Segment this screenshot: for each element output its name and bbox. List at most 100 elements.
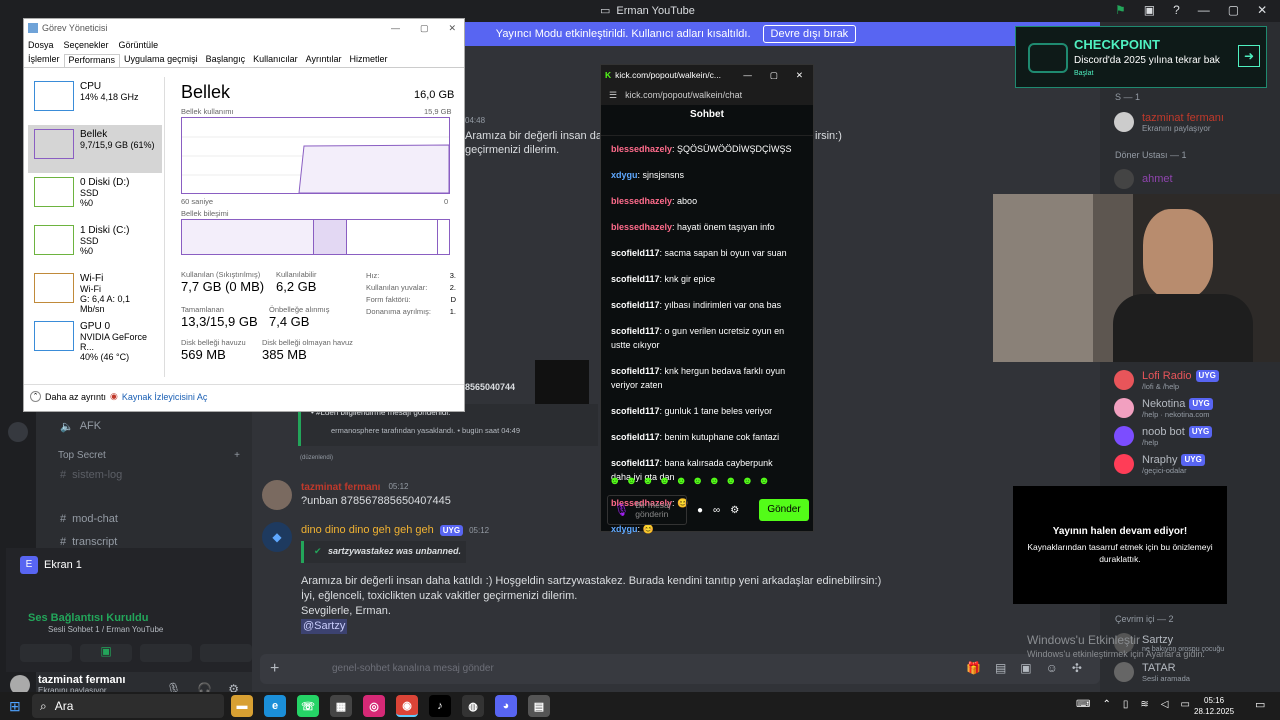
- search-icon: ⌕: [40, 698, 47, 713]
- channel-sistem-log[interactable]: # sistem-log: [36, 464, 252, 486]
- site-settings-icon[interactable]: ☰: [609, 90, 617, 101]
- perf-item-cpu[interactable]: CPU 14% 4,18 GHz: [28, 77, 162, 125]
- chrome-icon[interactable]: ◉: [396, 695, 418, 717]
- message-author[interactable]: dino dino dino geh geh geh: [301, 524, 434, 536]
- server-icon[interactable]: [8, 422, 28, 442]
- tab-processes[interactable]: İşlemler: [24, 54, 64, 67]
- avatar: [1114, 426, 1134, 446]
- file-explorer-icon[interactable]: ▬: [231, 695, 253, 717]
- activities-button[interactable]: [140, 644, 192, 662]
- emote-bar[interactable]: ☻ ☻ ☻ ☻ ☻ ☻ ☻ ☻ ☻ ☻: [609, 475, 770, 487]
- emoji-icon[interactable]: ☺: [1046, 661, 1058, 675]
- edge-icon[interactable]: e: [264, 695, 286, 717]
- obs-icon[interactable]: ◍: [462, 695, 484, 717]
- whatsapp-icon[interactable]: ☏: [297, 695, 319, 717]
- store-icon[interactable]: ▦: [330, 695, 352, 717]
- member-item[interactable]: Nraphy UYG/geçici-odalar: [1100, 450, 1219, 478]
- maximize-button[interactable]: ▢: [1228, 3, 1239, 17]
- discord-icon[interactable]: ◕: [495, 695, 517, 717]
- maximize-button[interactable]: ▢: [770, 70, 778, 81]
- minimize-button[interactable]: —: [391, 23, 400, 34]
- add-attachment-icon[interactable]: +: [270, 660, 279, 678]
- close-button[interactable]: ✕: [1257, 3, 1267, 17]
- chat-message: scofield117: sacma sapan bi oyun var sua…: [611, 248, 787, 258]
- voice-channel-afk[interactable]: 🔈 AFK: [36, 415, 252, 437]
- infinity-icon[interactable]: ∞: [713, 505, 720, 516]
- help-icon[interactable]: ?: [1173, 3, 1180, 17]
- menu-options[interactable]: Seçenekler: [64, 40, 109, 50]
- tab-users[interactable]: Kullanıcılar: [249, 54, 302, 67]
- volume-icon[interactable]: ◁: [1161, 699, 1169, 710]
- perf-item-memory[interactable]: Bellek 9,7/15,9 GB (61%): [28, 125, 162, 173]
- tab-performance[interactable]: Performans: [63, 54, 121, 67]
- member-item[interactable]: TATAR Sesli aramada: [1100, 658, 1190, 686]
- message-author[interactable]: tazminat fermanı: [301, 482, 380, 493]
- user-mention[interactable]: @Sartzy: [301, 619, 348, 634]
- usb-icon[interactable]: ▯: [1123, 699, 1129, 710]
- tab-startup[interactable]: Başlangıç: [202, 54, 250, 67]
- tab-details[interactable]: Ayrıntılar: [302, 54, 346, 67]
- camera-off-button[interactable]: [20, 644, 72, 662]
- tab-app-history[interactable]: Uygulama geçmişi: [120, 54, 202, 67]
- instagram-icon[interactable]: ◎: [363, 695, 385, 717]
- gif-icon[interactable]: ▤: [995, 661, 1006, 675]
- send-button[interactable]: Gönder: [759, 499, 809, 521]
- menu-view[interactable]: Görüntüle: [119, 40, 159, 50]
- voice-channel-path[interactable]: Sesli Sohbet 1 / Erman YouTube: [48, 625, 163, 634]
- member-item[interactable]: Lofi Radio UYG/lofi & /help: [1100, 366, 1219, 394]
- close-button[interactable]: ✕: [796, 70, 803, 81]
- perf-item-disk-d[interactable]: 0 Diski (D:) SSD %0: [28, 173, 162, 221]
- avatar[interactable]: [262, 480, 292, 510]
- avatar[interactable]: ◆: [262, 522, 292, 552]
- detail-total: 16,0 GB: [414, 89, 455, 101]
- chat-input[interactable]: 🎙 Bir mesaj gönderin: [607, 495, 687, 525]
- settings-icon[interactable]: ⚙: [730, 505, 739, 516]
- sticker-icon[interactable]: ▣: [1020, 661, 1031, 675]
- tiktok-icon[interactable]: ♪: [429, 695, 451, 717]
- message-text: ?unban 878567885650407445: [301, 495, 451, 507]
- open-resource-monitor-link[interactable]: ◉ Kaynak İzleyicisini Aç: [110, 391, 207, 402]
- member-item[interactable]: Nekotina UYG/help · nekotina.com: [1100, 394, 1219, 422]
- minimize-button[interactable]: —: [1198, 3, 1210, 17]
- member-item[interactable]: tazminat fermanı Ekranını paylaşıyor: [1100, 108, 1224, 136]
- screen-share-button[interactable]: ▣: [80, 644, 132, 662]
- wifi-icon[interactable]: ≋: [1140, 699, 1148, 710]
- chevron-up-icon[interactable]: ⌃: [1102, 699, 1110, 710]
- task-manager-icon[interactable]: ▤: [528, 695, 550, 717]
- url-bar[interactable]: kick.com/popout/walkein/chat: [625, 90, 742, 100]
- gift-icon[interactable]: 🎁: [966, 661, 981, 675]
- channel-mod-chat[interactable]: # mod-chat: [36, 508, 252, 530]
- memory-hw-stats: Hız: 3. Kullanılan yuvalar: 2. Form faktör…: [366, 271, 456, 316]
- taskbar-search[interactable]: ⌕ Ara: [32, 694, 224, 718]
- task-manager-window: Görev Yöneticisi — ▢ ✕ Dosya Seçenekler …: [23, 18, 465, 412]
- member-item[interactable]: ahmet: [1100, 165, 1173, 193]
- composer-input[interactable]: genel-sohbet kanalına mesaj gönder: [332, 663, 494, 674]
- disable-streamer-mode-button[interactable]: Devre dışı bırak: [762, 25, 857, 43]
- category-top-secret[interactable]: Top Secret +: [58, 450, 240, 461]
- stream-video[interactable]: [993, 194, 1280, 362]
- apps-icon[interactable]: ✣: [1072, 661, 1082, 675]
- close-button[interactable]: ✕: [448, 23, 456, 34]
- tab-services[interactable]: Hizmetler: [346, 54, 392, 67]
- checkpoint-promo[interactable]: CHECKPOINT Discord'da 2025 yılına tekrar…: [1015, 26, 1267, 88]
- battery-icon[interactable]: ▭: [1180, 699, 1189, 710]
- windows-start-icon[interactable]: ⊞: [9, 698, 21, 715]
- checkpoint-link[interactable]: Başlat: [1074, 70, 1093, 77]
- keyboard-icon[interactable]: ⌨: [1076, 699, 1090, 710]
- member-item[interactable]: noob bot UYG/help: [1100, 422, 1219, 450]
- perf-item-disk-c[interactable]: 1 Diski (C:) SSD %0: [28, 221, 162, 269]
- soundboard-button[interactable]: [200, 644, 252, 662]
- clock[interactable]: 05:16 28.12.2025: [1194, 695, 1234, 717]
- points-icon[interactable]: ●: [697, 505, 703, 516]
- flag-icon[interactable]: ⚑: [1115, 3, 1126, 17]
- inbox-icon[interactable]: ▣: [1144, 3, 1155, 17]
- menu-file[interactable]: Dosya: [28, 40, 54, 50]
- minimize-button[interactable]: —: [743, 70, 752, 81]
- fewer-details-button[interactable]: ⌃ Daha az ayrıntı: [30, 391, 106, 402]
- add-channel-icon[interactable]: +: [234, 450, 240, 461]
- maximize-button[interactable]: ▢: [420, 23, 429, 34]
- notification-icon[interactable]: ▭: [1255, 698, 1265, 711]
- perf-item-gpu[interactable]: GPU 0 NVIDIA GeForce R... 40% (46 °C): [28, 317, 162, 365]
- arrow-right-icon[interactable]: ➜: [1238, 45, 1260, 67]
- perf-item-wifi[interactable]: Wi-Fi Wi-Fi G: 6,4 A: 0,1 Mb/sn: [28, 269, 162, 317]
